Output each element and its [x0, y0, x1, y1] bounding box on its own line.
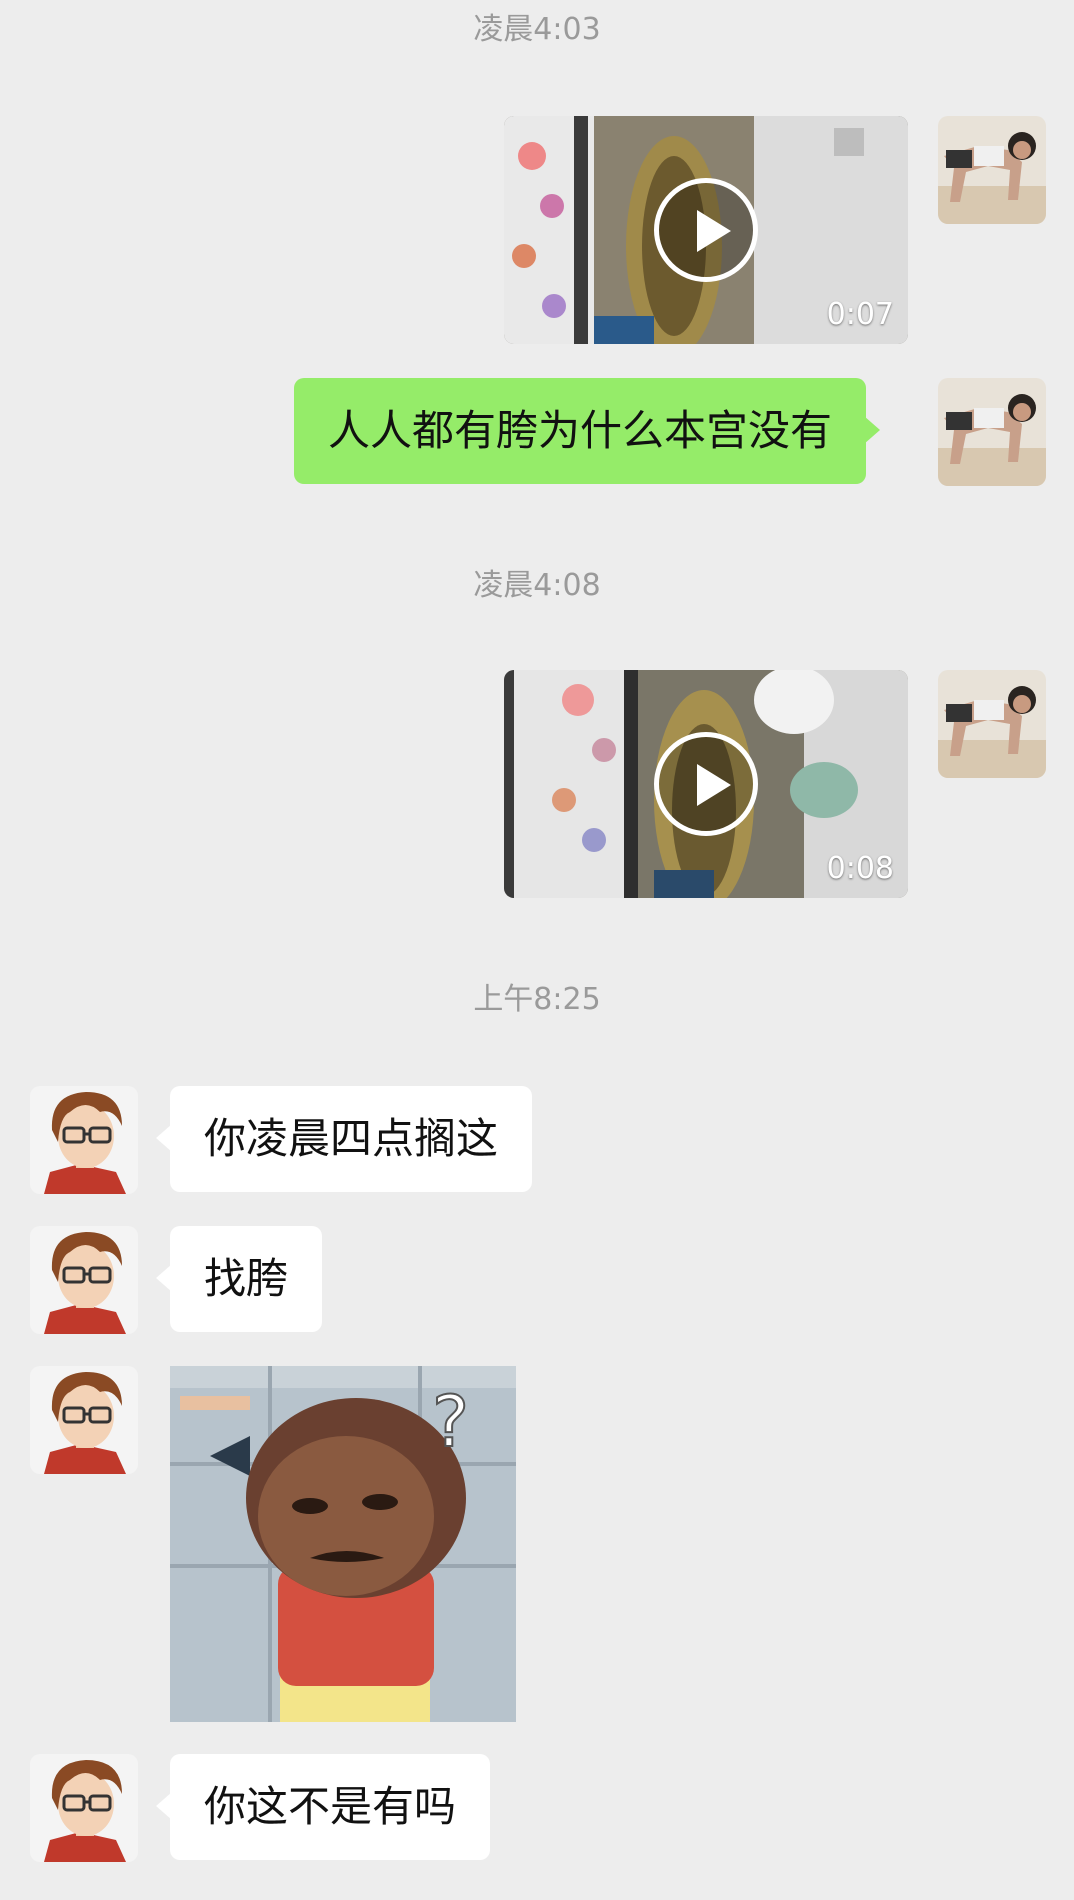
sent-text-bubble[interactable]: 人人都有胯为什么本宫没有 [294, 378, 881, 484]
video-duration: 0:07 [826, 297, 894, 332]
play-icon[interactable] [654, 178, 758, 282]
sticker-image: ? [170, 1366, 516, 1722]
avatar-me[interactable] [938, 378, 1046, 486]
timestamp: 凌晨4:03 [473, 12, 601, 47]
avatar-image [30, 1366, 138, 1474]
avatar-friend[interactable] [30, 1754, 138, 1862]
video-message[interactable]: 0:08 [504, 670, 908, 898]
received-text-bubble[interactable]: 你这不是有吗 [155, 1754, 491, 1860]
avatar-image [30, 1086, 138, 1194]
timestamp: 上午8:25 [473, 982, 601, 1017]
sticker-message[interactable]: ? [170, 1366, 516, 1722]
avatar-image [938, 378, 1046, 486]
question-mark: ? [432, 1381, 469, 1463]
play-icon[interactable] [654, 732, 758, 836]
timestamp: 凌晨4:08 [473, 568, 601, 603]
avatar-me[interactable] [938, 670, 1046, 778]
avatar-friend[interactable] [30, 1086, 138, 1194]
avatar-friend[interactable] [30, 1366, 138, 1474]
received-text-bubble[interactable]: 找胯 [155, 1226, 323, 1332]
received-text-bubble[interactable]: 你凌晨四点搁这 [155, 1086, 533, 1192]
avatar-image [30, 1754, 138, 1862]
video-message[interactable]: 0:07 [504, 116, 908, 344]
avatar-image [938, 116, 1046, 224]
avatar-image [938, 670, 1046, 778]
avatar-image [30, 1226, 138, 1334]
video-duration: 0:08 [826, 851, 894, 886]
avatar-me[interactable] [938, 116, 1046, 224]
avatar-friend[interactable] [30, 1226, 138, 1334]
